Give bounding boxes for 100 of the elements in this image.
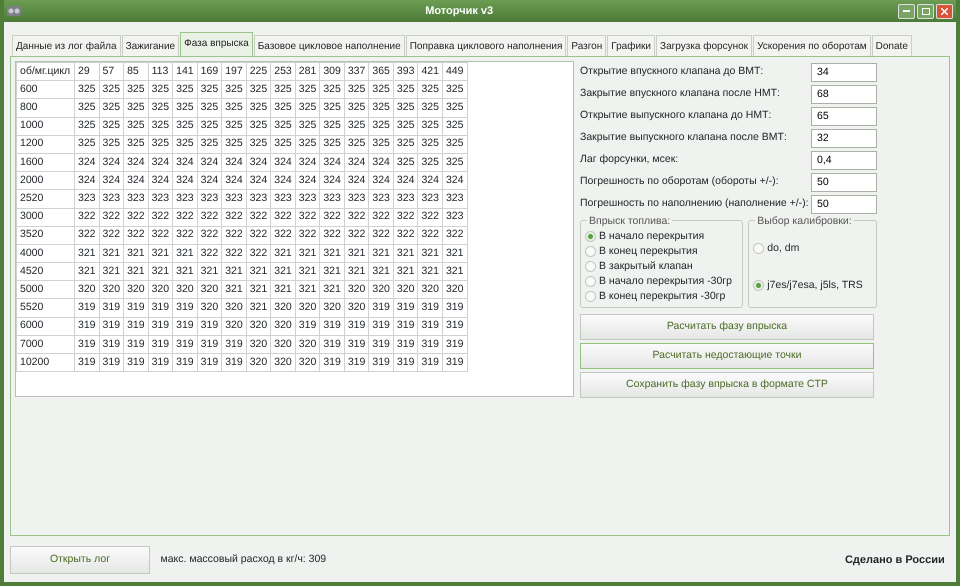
table-cell: 320 (197, 280, 222, 299)
table-cell: 325 (246, 117, 271, 136)
table-cell: 322 (344, 226, 369, 244)
table-cell: 319 (172, 317, 198, 336)
maximize-button[interactable] (917, 4, 934, 18)
radio-icon[interactable] (585, 276, 596, 288)
input-field[interactable]: 65 (811, 106, 877, 126)
input-field[interactable]: 34 (811, 62, 877, 82)
tab[interactable]: Разгон (567, 35, 606, 56)
table-cell: 323 (148, 190, 173, 208)
table-cell: 325 (442, 98, 467, 118)
table-cell: 325 (320, 98, 344, 118)
radio-option[interactable]: В конец перекрытия -30гр (585, 289, 738, 304)
table-cell: 321 (270, 262, 296, 281)
table-cell: 324 (172, 172, 198, 190)
table-cell: 324 (197, 153, 222, 172)
table-cell: 321 (344, 244, 369, 263)
input-field[interactable]: 0,4 (811, 150, 877, 170)
radio-icon[interactable] (585, 291, 596, 302)
table-cell: 319 (148, 335, 173, 354)
table-cell: 325 (344, 117, 369, 136)
column-header: 141 (172, 62, 198, 81)
table-cell: 322 (222, 226, 246, 244)
radio-option[interactable]: В начало перекрытия -30гр (585, 274, 738, 290)
tab[interactable]: Donate (872, 35, 912, 56)
action-button[interactable]: Расчитать фазу впрыска (580, 314, 874, 340)
column-header: 113 (148, 62, 173, 81)
table-cell: 325 (172, 135, 198, 154)
table-cell: 325 (418, 135, 442, 154)
column-header: об/мг.цикл (16, 62, 74, 81)
table-cell: 325 (368, 117, 394, 136)
input-field[interactable]: 32 (811, 128, 877, 148)
table-cell: 321 (74, 262, 100, 281)
field-label: Открытие впускного клапана до ВМТ: (580, 64, 764, 80)
table-cell: 321 (320, 280, 344, 299)
table-cell: 322 (197, 244, 222, 263)
table-cell: 319 (99, 317, 124, 336)
column-header: 225 (246, 62, 271, 81)
action-button[interactable]: Сохранить фазу впрыска в формате CTP (580, 372, 874, 398)
table-cell: 325 (393, 98, 418, 118)
table-cell: 320 (295, 335, 320, 354)
table-cell: 319 (148, 354, 173, 372)
radio-icon[interactable] (585, 261, 596, 272)
tab[interactable]: Ускорения по оборотам (753, 35, 871, 56)
table-cell: 325 (270, 98, 296, 118)
table-cell: 319 (197, 354, 222, 372)
window-title: Моторчик v3 (424, 4, 494, 19)
table-cell: 323 (295, 190, 320, 208)
table-cell: 323 (74, 190, 100, 208)
table-cell: 325 (418, 98, 442, 118)
table-cell: 319 (74, 354, 100, 372)
tab[interactable]: Фаза впрыска (180, 32, 253, 56)
table-cell: 321 (295, 262, 320, 281)
tab[interactable]: Базовое цикловое наполнение (254, 35, 405, 56)
radio-option[interactable]: do, dm (753, 241, 872, 256)
table-cell: 323 (197, 190, 222, 208)
field-label: Закрытие выпускного клапана после ВМТ: (580, 130, 787, 146)
table-cell: 321 (418, 262, 442, 281)
table-cell: 319 (320, 317, 344, 336)
radio-option[interactable]: В конец перекрытия (585, 244, 738, 260)
table-cell: 321 (418, 244, 442, 263)
tab[interactable]: Загрузка форсунок (656, 35, 752, 56)
input-field[interactable]: 50 (811, 194, 877, 214)
maximize-icon (922, 8, 930, 14)
input-field[interactable]: 50 (811, 172, 877, 192)
open-log-button[interactable]: Открыть лог (10, 546, 150, 574)
row-header: 600 (16, 80, 74, 99)
table-cell: 325 (99, 135, 124, 154)
radio-option[interactable]: j7es/j7esa, j5ls, TRS (753, 278, 872, 294)
table-cell: 324 (246, 153, 271, 172)
table-cell: 319 (222, 335, 246, 354)
table-cell: 324 (344, 153, 369, 172)
table-cell: 324 (148, 153, 173, 172)
tab[interactable]: Графики (607, 35, 656, 56)
table-cell: 319 (74, 335, 100, 354)
table-cell: 325 (197, 135, 222, 154)
table-cell: 325 (148, 98, 173, 118)
tab[interactable]: Данные из лог файла (12, 35, 121, 56)
radio-option[interactable]: В начало перекрытия (585, 229, 738, 244)
minimize-button[interactable] (898, 4, 916, 18)
table-cell: 322 (393, 208, 418, 226)
column-header: 365 (368, 62, 394, 81)
tab[interactable]: Зажигание (122, 35, 180, 56)
radio-icon[interactable] (585, 231, 596, 242)
table-cell: 324 (222, 172, 246, 190)
table-cell: 322 (172, 226, 198, 244)
table-cell: 325 (246, 135, 271, 154)
radio-icon[interactable] (753, 243, 764, 254)
column-header: 169 (197, 62, 222, 81)
close-button[interactable] (936, 4, 954, 18)
tab[interactable]: Поправка циклового наполнения (406, 35, 566, 56)
table-cell: 325 (320, 80, 344, 99)
radio-icon[interactable] (753, 280, 764, 292)
radio-option[interactable]: В закрытый клапан (585, 259, 738, 274)
input-field[interactable]: 68 (811, 84, 877, 104)
action-button[interactable]: Расчитать недостающие точки (580, 342, 874, 368)
radio-icon[interactable] (585, 246, 596, 258)
table-cell: 319 (393, 317, 418, 336)
table-cell: 322 (124, 208, 148, 226)
table-cell: 324 (368, 172, 394, 190)
